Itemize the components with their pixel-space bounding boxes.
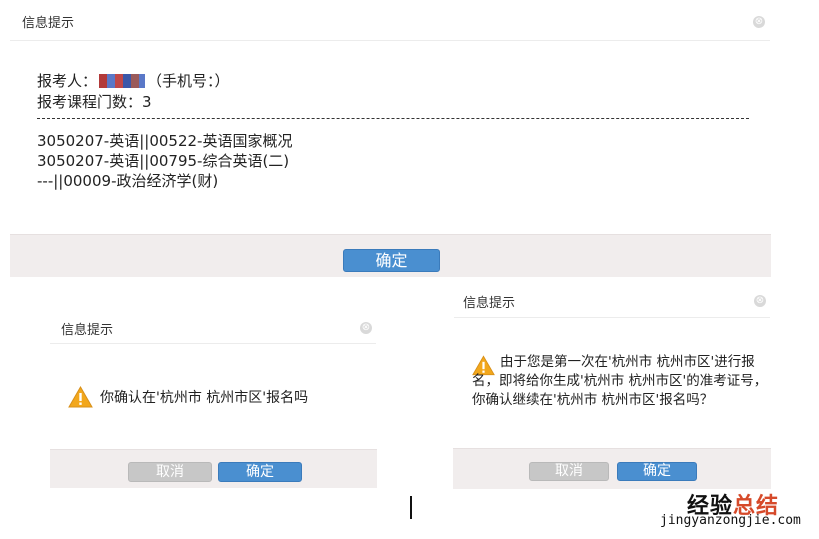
dialog-title: 信息提示 [61, 323, 114, 338]
title-divider [50, 343, 376, 344]
dialog-footer [50, 449, 377, 488]
text-cursor [410, 496, 412, 519]
course-item: 3050207-英语||00522-英语国家概况 [37, 132, 293, 150]
cancel-button[interactable]: 取消 [529, 462, 609, 481]
course-count: 报考课程门数：3 [37, 93, 152, 111]
dialog-title: 信息提示 [463, 296, 516, 311]
dashed-separator [37, 118, 749, 119]
cancel-button[interactable]: 取消 [128, 462, 212, 482]
close-icon[interactable]: ⊗ [753, 16, 765, 28]
confirm-message: 你确认在'杭州市 杭州市区'报名吗 [100, 390, 309, 406]
close-icon[interactable]: ⊗ [754, 295, 766, 307]
warning-icon [68, 386, 93, 408]
title-divider [10, 40, 770, 41]
examinee-label: 报考人： [37, 72, 98, 90]
title-divider [454, 317, 770, 318]
redacted-name [99, 74, 146, 88]
watermark-url: jingyanzongjie.com [660, 513, 801, 528]
confirm-message: 由于您是第一次在'杭州市 杭州市区'进行报名，即将给你生成'杭州市 杭州市区'的… [472, 354, 768, 408]
phone-label: （手机号：） [147, 72, 230, 90]
course-item: ---||00009-政治经济学(财) [37, 172, 219, 190]
dialog-title: 信息提示 [22, 16, 75, 31]
dialog-footer [453, 448, 771, 489]
close-icon[interactable]: ⊗ [360, 322, 372, 334]
course-item: 3050207-英语||00795-综合英语(二) [37, 152, 290, 170]
ok-button[interactable]: 确定 [218, 462, 302, 482]
ok-button[interactable]: 确定 [343, 249, 440, 272]
examinee-line: 报考人： （手机号：） [37, 70, 230, 91]
ok-button[interactable]: 确定 [617, 462, 697, 481]
